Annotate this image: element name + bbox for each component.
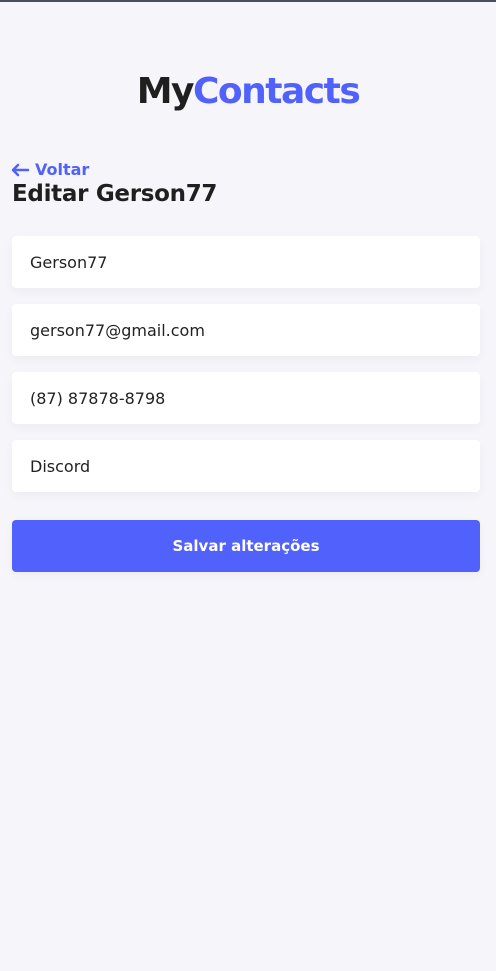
email-input[interactable]: gerson77@gmail.com	[12, 304, 480, 356]
category-select[interactable]: Discord	[12, 440, 480, 492]
app-logo: MyContacts	[0, 72, 496, 112]
logo-contacts: Contacts	[193, 71, 361, 112]
save-button-label: Salvar alterações	[172, 537, 320, 555]
phone-input-value: (87) 87878-8798	[30, 388, 166, 408]
name-input-value: Gerson77	[30, 252, 108, 272]
category-select-value: Discord	[30, 456, 91, 476]
save-button[interactable]: Salvar alterações	[12, 520, 480, 572]
logo-my: My	[136, 71, 195, 112]
name-input[interactable]: Gerson77	[12, 236, 480, 288]
back-link-label: Voltar	[35, 160, 90, 179]
phone-input[interactable]: (87) 87878-8798	[12, 372, 480, 424]
arrow-left-icon	[10, 163, 30, 177]
page-title: Editar Gerson77	[12, 181, 218, 207]
back-link[interactable]: Voltar	[10, 160, 89, 179]
email-input-value: gerson77@gmail.com	[30, 320, 205, 340]
